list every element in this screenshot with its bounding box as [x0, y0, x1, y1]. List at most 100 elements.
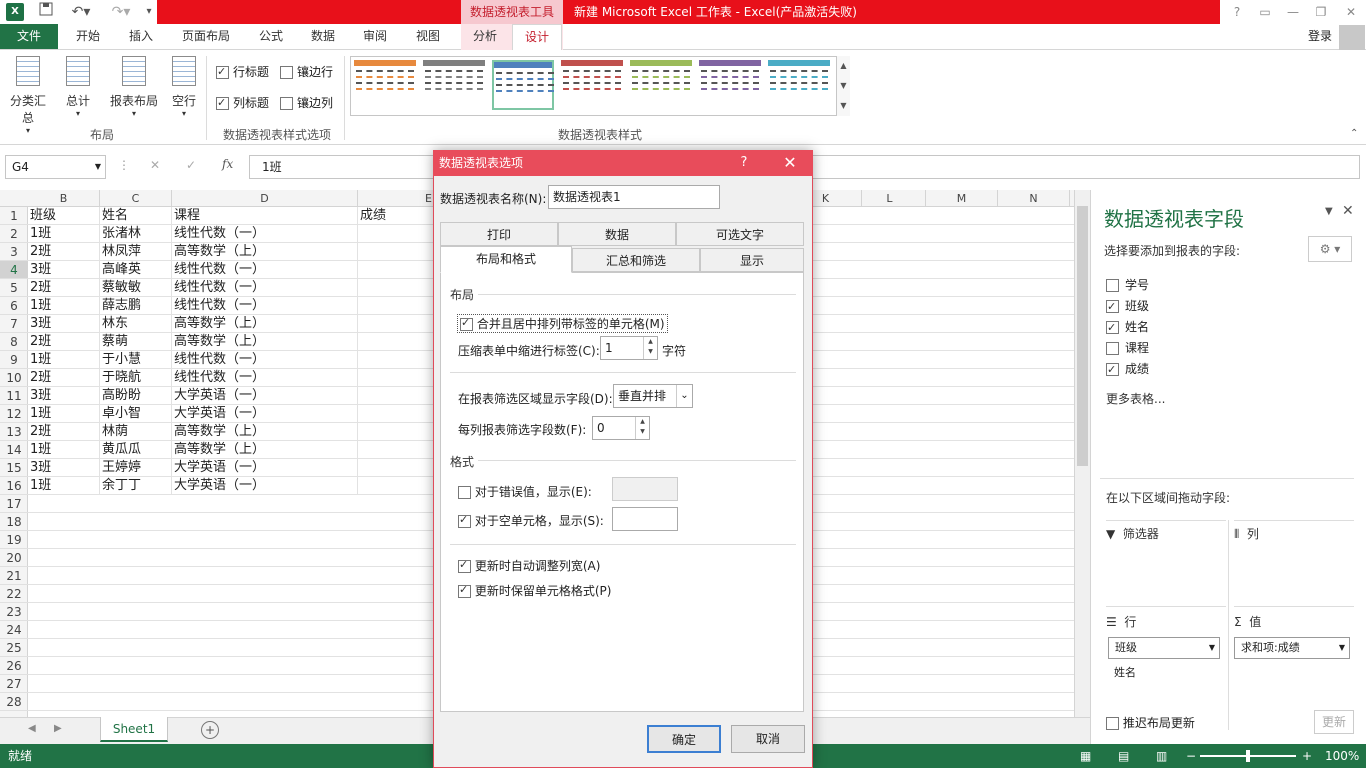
tab-layout-format[interactable]: 布局和格式 [440, 246, 572, 273]
vertical-scrollbar[interactable] [1074, 190, 1090, 717]
column-headers-option[interactable]: 列标题 [216, 95, 269, 111]
tab-data[interactable]: 数据 [300, 24, 346, 49]
rows-area[interactable]: ☰ 行 [1106, 606, 1226, 630]
field-checkbox[interactable] [1106, 342, 1119, 355]
table-cell[interactable]: 卓小智 [100, 405, 172, 423]
table-cell[interactable]: 2班 [28, 243, 100, 261]
sheet-next-icon[interactable]: ▶ [54, 723, 62, 734]
row-header-6[interactable]: 6 [0, 297, 28, 315]
dialog-close-icon[interactable]: ✕ [775, 150, 805, 176]
row-headers-checkbox[interactable] [216, 64, 229, 80]
pivot-style-swatch[interactable] [699, 60, 761, 110]
field-checkbox[interactable] [1106, 361, 1119, 379]
row-headers-option[interactable]: 行标题 [216, 64, 269, 80]
table-cell[interactable]: 大学英语（一） [172, 387, 358, 405]
save-icon[interactable] [36, 2, 56, 22]
filter-display-select[interactable]: 垂直并排 ⌄ [613, 384, 693, 408]
field-0[interactable]: 学号 [1106, 276, 1149, 294]
zoom-level[interactable]: 100% [1325, 744, 1359, 768]
table-cell[interactable]: 3班 [28, 315, 100, 333]
banded-columns-checkbox[interactable] [280, 97, 293, 110]
pivot-style-swatch[interactable] [423, 60, 485, 110]
row-header-18[interactable]: 18 [0, 513, 28, 531]
field-1[interactable]: 班级 [1106, 297, 1149, 316]
row-header-9[interactable]: 9 [0, 351, 28, 369]
dialog-help-icon[interactable]: ? [732, 150, 756, 176]
pane-settings-gear-icon[interactable]: ⚙ ▾ [1308, 236, 1352, 262]
empty-cell-option[interactable]: 对于空单元格，显示(S): [458, 512, 604, 529]
tab-display[interactable]: 显示 [700, 248, 804, 272]
table-cell[interactable]: 于晓航 [100, 369, 172, 387]
empty-cell-checkbox[interactable] [458, 513, 471, 528]
values-area[interactable]: Σ 值 [1234, 606, 1354, 630]
tab-totals-filters[interactable]: 汇总和筛选 [572, 248, 700, 272]
row-header-17[interactable]: 17 [0, 495, 28, 513]
table-cell[interactable]: 蔡萌 [100, 333, 172, 351]
column-header-L[interactable]: L [854, 190, 926, 207]
table-cell[interactable]: 3班 [28, 459, 100, 477]
table-cell[interactable]: 线性代数（一） [172, 297, 358, 315]
pane-options-icon[interactable]: ▼ [1325, 206, 1333, 217]
row-header-5[interactable]: 5 [0, 279, 28, 297]
row-header-20[interactable]: 20 [0, 549, 28, 567]
table-cell[interactable]: 高峰英 [100, 261, 172, 279]
row-header-15[interactable]: 15 [0, 459, 28, 477]
row-header-10[interactable]: 10 [0, 369, 28, 387]
filter-per-col-input[interactable]: 0 ▲ ▼ [592, 416, 650, 440]
filter-per-col-spinner-icon[interactable]: ▲ ▼ [635, 417, 649, 439]
merge-center-checkbox[interactable] [460, 316, 473, 331]
banded-rows-checkbox[interactable] [280, 66, 293, 79]
row-header-14[interactable]: 14 [0, 441, 28, 459]
table-cell[interactable]: 高等数学（上） [172, 243, 358, 261]
table-cell[interactable]: 姓名 [100, 207, 172, 225]
table-cell[interactable]: 线性代数（一） [172, 351, 358, 369]
redo-icon[interactable]: ↷▾ [106, 2, 136, 22]
avatar[interactable] [1339, 25, 1365, 50]
table-cell[interactable]: 黄瓜瓜 [100, 441, 172, 459]
table-cell[interactable]: 林东 [100, 315, 172, 333]
login-link[interactable]: 登录 [1308, 24, 1332, 49]
row-header-16[interactable]: 16 [0, 477, 28, 495]
tab-file[interactable]: 文件 [0, 24, 58, 49]
tab-print[interactable]: 打印 [440, 222, 558, 246]
gallery-more-icon[interactable]: ▼ [837, 96, 850, 116]
row-header-2[interactable]: 2 [0, 225, 28, 243]
zoom-in-icon[interactable]: + [1302, 744, 1312, 768]
table-cell[interactable]: 林荫 [100, 423, 172, 441]
customize-qat-icon[interactable]: ▾ [142, 2, 156, 22]
row-header-26[interactable]: 26 [0, 657, 28, 675]
table-cell[interactable]: 大学英语（一） [172, 405, 358, 423]
field-4[interactable]: 成绩 [1106, 360, 1149, 379]
table-cell[interactable]: 余丁丁 [100, 477, 172, 495]
tab-review[interactable]: 审阅 [352, 24, 398, 49]
row-header-23[interactable]: 23 [0, 603, 28, 621]
filters-area[interactable]: ▼ 筛选器 [1106, 520, 1226, 542]
table-cell[interactable]: 1班 [28, 441, 100, 459]
tab-view[interactable]: 视图 [405, 24, 451, 49]
tab-design[interactable]: 设计 [512, 24, 562, 51]
tab-insert[interactable]: 插入 [118, 24, 164, 49]
more-tables-link[interactable]: 更多表格... [1106, 390, 1165, 408]
report-layout-button[interactable]: 报表布局 ▾ [110, 56, 158, 118]
table-cell[interactable]: 高等数学（上） [172, 423, 358, 441]
gallery-scrollbar[interactable]: ▲ ▼ ▼ [836, 56, 850, 116]
close-window-icon[interactable]: ✕ [1338, 0, 1364, 24]
table-cell[interactable]: 班级 [28, 207, 100, 225]
update-button[interactable]: 更新 [1314, 710, 1354, 734]
table-cell[interactable]: 2班 [28, 369, 100, 387]
table-cell[interactable]: 线性代数（一） [172, 261, 358, 279]
table-cell[interactable]: 薛志鹏 [100, 297, 172, 315]
column-headers-checkbox[interactable] [216, 95, 229, 111]
table-cell[interactable]: 3班 [28, 387, 100, 405]
zoom-out-icon[interactable]: − [1186, 744, 1196, 768]
row-header-13[interactable]: 13 [0, 423, 28, 441]
table-cell[interactable]: 1班 [28, 477, 100, 495]
tab-home[interactable]: 开始 [64, 24, 112, 49]
column-header-C[interactable]: C [100, 190, 172, 207]
grand-totals-button[interactable]: 总计 ▾ [56, 56, 100, 118]
scrollbar-thumb[interactable] [1077, 206, 1088, 466]
ok-button[interactable]: 确定 [647, 725, 721, 753]
table-cell[interactable]: 高盼盼 [100, 387, 172, 405]
banded-rows-option[interactable]: 镶边行 [280, 64, 333, 80]
table-cell[interactable]: 张渚林 [100, 225, 172, 243]
